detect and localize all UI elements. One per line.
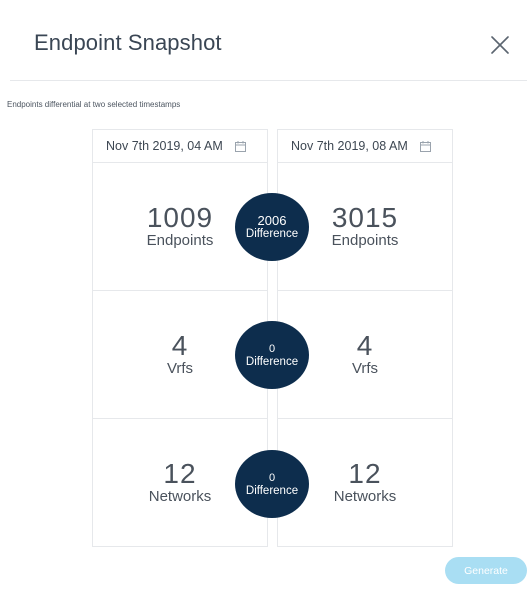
date-picker-left[interactable]: Nov 7th 2019, 04 AM (93, 130, 267, 163)
networks-label-left: Networks (148, 487, 212, 505)
date-value-left: Nov 7th 2019, 04 AM (106, 139, 223, 153)
networks-difference-label: Difference (245, 484, 299, 497)
endpoints-difference-label: Difference (245, 227, 299, 240)
vrfs-label-right: Vrfs (351, 359, 379, 377)
dialog-title: Endpoint Snapshot (34, 30, 222, 55)
networks-value-right: 12 (348, 457, 382, 489)
header-divider (10, 80, 527, 81)
endpoints-difference-badge: 2006 Difference (235, 193, 309, 261)
close-button[interactable] (489, 34, 511, 56)
networks-value-left: 12 (163, 457, 197, 489)
calendar-icon (234, 140, 246, 152)
networks-difference-value: 0 (268, 471, 276, 484)
vrfs-difference-label: Difference (245, 355, 299, 368)
dialog-header: Endpoint Snapshot (0, 0, 527, 82)
endpoints-difference-value: 2006 (257, 212, 287, 228)
date-value-right: Nov 7th 2019, 08 AM (291, 139, 408, 153)
endpoints-label-right: Endpoints (331, 231, 399, 249)
endpoints-label-left: Endpoints (146, 231, 214, 249)
close-icon (491, 36, 509, 54)
vrfs-value-left: 4 (171, 329, 189, 361)
networks-label-right: Networks (333, 487, 397, 505)
calendar-icon (419, 140, 431, 152)
vrfs-value-right: 4 (356, 329, 374, 361)
endpoints-value-right: 3015 (331, 201, 399, 233)
endpoints-value-left: 1009 (146, 201, 214, 233)
endpoint-snapshot-dialog: Endpoint Snapshot Endpoints differential… (0, 0, 527, 590)
vrfs-label-left: Vrfs (166, 359, 194, 377)
vrfs-difference-value: 0 (268, 342, 276, 355)
dialog-subtitle: Endpoints differential at two selected t… (7, 100, 181, 109)
networks-difference-badge: 0 Difference (235, 450, 309, 518)
date-picker-right[interactable]: Nov 7th 2019, 08 AM (278, 130, 452, 163)
generate-button[interactable]: Generate (445, 557, 527, 584)
vrfs-difference-badge: 0 Difference (235, 321, 309, 389)
